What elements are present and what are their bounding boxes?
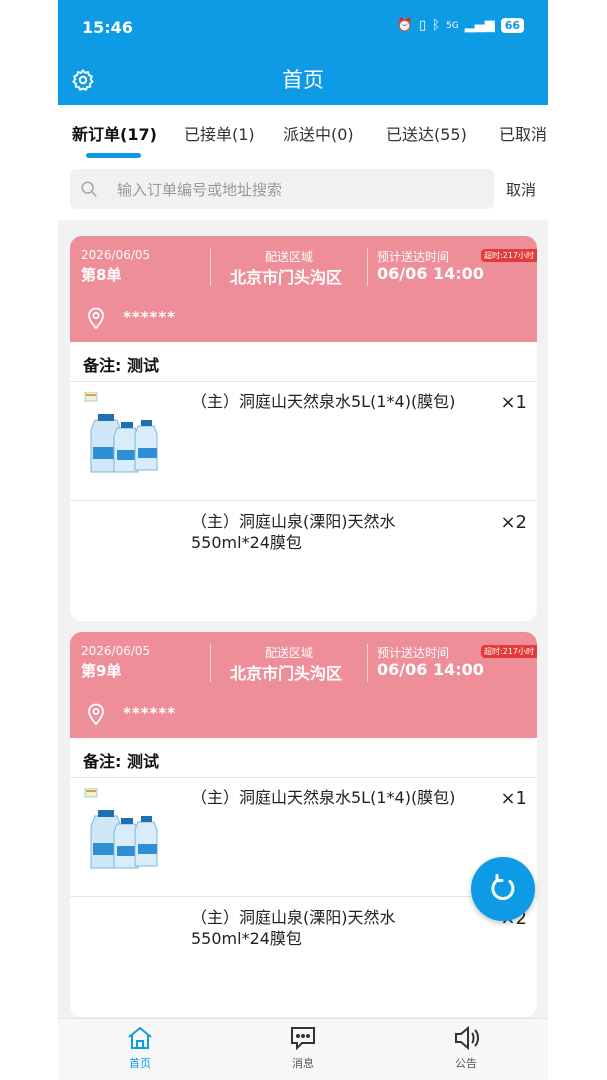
estimated-delivery-time: 06/06 14:00 [377,660,484,679]
header-divider [210,248,211,286]
location-pin-icon [88,703,104,726]
header-divider [210,644,211,682]
message-icon [291,1027,315,1051]
area-label: 配送区域 [265,646,314,660]
search-icon [81,181,97,197]
signal-icon: ▂▄▆ [464,18,495,33]
water-5l-product-image [84,392,158,473]
search-input[interactable] [115,177,479,203]
divider [70,381,537,382]
delivery-area: 北京市门头沟区 [230,268,343,287]
header-divider [367,644,368,682]
home-icon [128,1026,152,1049]
top-bar: 15:46 ⏰ ▯ ᛒ 5G ▂▄▆ 66 首页 [58,0,548,105]
nav-home[interactable]: 首页 [110,1025,170,1071]
delivery-area: 北京市门头沟区 [230,664,343,683]
delivery-address: ****** [123,704,177,722]
search-box [70,169,494,209]
search-row: 取消 [58,165,548,220]
product-name: （主）洞庭山天然泉水5L(1*4)(膜包) [191,392,456,411]
product-quantity: ×1 [500,392,527,413]
order-card-header: 2026/06/05 第9单 配送区域 北京市门头沟区 预计送达时间 06/06… [70,632,537,738]
order-date: 2026/06/05 [81,248,151,262]
speaker-icon [455,1025,479,1051]
eta-label: 预计送达时间 [377,646,450,660]
nav-announcements[interactable]: 公告 [436,1025,496,1071]
alarm-icon: ⏰ [396,18,414,33]
order-status-tabs: 新订单(17) 已接单(1) 派送中(0) 已送达(55) 已取消 [58,105,548,165]
overdue-badge: 超时:217小时 [481,645,537,658]
eta-label: 预计送达时间 [377,250,450,264]
nav-announcements-label: 公告 [455,1057,477,1070]
battery-level: 66 [500,18,524,33]
product-name: （主）洞庭山泉(溧阳)天然水550ml*24膜包 [191,512,396,552]
product-name: （主）洞庭山泉(溧阳)天然水550ml*24膜包 [191,908,396,948]
area-label: 配送区域 [265,250,314,264]
overdue-badge: 超时:217小时 [481,249,537,262]
tab-new-orders[interactable]: 新订单(17) [72,121,157,145]
order-note: 备注: 测试 [83,356,159,375]
search-cancel-button[interactable]: 取消 [506,179,536,200]
order-card[interactable]: 2026/06/05 第8单 配送区域 北京市门头沟区 预计送达时间 06/06… [70,236,537,621]
divider [70,500,537,501]
tab-delivering[interactable]: 派送中(0) [283,121,354,145]
app-screen: 15:46 ⏰ ▯ ᛒ 5G ▂▄▆ 66 首页 新订单(17) 已接单(1) … [58,0,548,1080]
header-divider [367,248,368,286]
nav-messages-label: 消息 [292,1057,314,1070]
water-5l-product-image [84,788,158,869]
vibrate-icon: ▯ [419,18,427,33]
divider [70,896,537,897]
product-quantity: ×2 [500,512,527,533]
bottom-navigation: 首页 消息 公告 [58,1018,548,1080]
product-name: （主）洞庭山天然泉水5L(1*4)(膜包) [191,788,456,807]
delivery-address: ****** [123,308,177,326]
status-time: 15:46 [82,18,133,37]
estimated-delivery-time: 06/06 14:00 [377,264,484,283]
tab-cancelled[interactable]: 已取消 [499,121,547,145]
refresh-icon [491,874,515,901]
network-label: 5G [445,20,459,31]
nav-messages[interactable]: 消息 [273,1025,333,1071]
active-tab-indicator [86,153,141,158]
tab-delivered[interactable]: 已送达(55) [386,121,467,145]
page-title: 首页 [282,68,324,92]
divider [70,777,537,778]
refresh-button[interactable] [471,857,535,921]
tab-accepted[interactable]: 已接单(1) [184,121,255,145]
bluetooth-icon: ᛒ [432,18,440,33]
order-note: 备注: 测试 [83,752,159,771]
order-card[interactable]: 2026/06/05 第9单 配送区域 北京市门头沟区 预计送达时间 06/06… [70,632,537,1017]
order-date: 2026/06/05 [81,644,151,658]
product-quantity: ×1 [500,788,527,809]
order-number: 第8单 [81,266,122,284]
location-pin-icon [88,307,104,330]
status-icons: ⏰ ▯ ᛒ 5G ▂▄▆ 66 [397,18,524,33]
order-card-header: 2026/06/05 第8单 配送区域 北京市门头沟区 预计送达时间 06/06… [70,236,537,342]
nav-home-label: 首页 [129,1057,151,1070]
order-number: 第9单 [81,662,122,680]
